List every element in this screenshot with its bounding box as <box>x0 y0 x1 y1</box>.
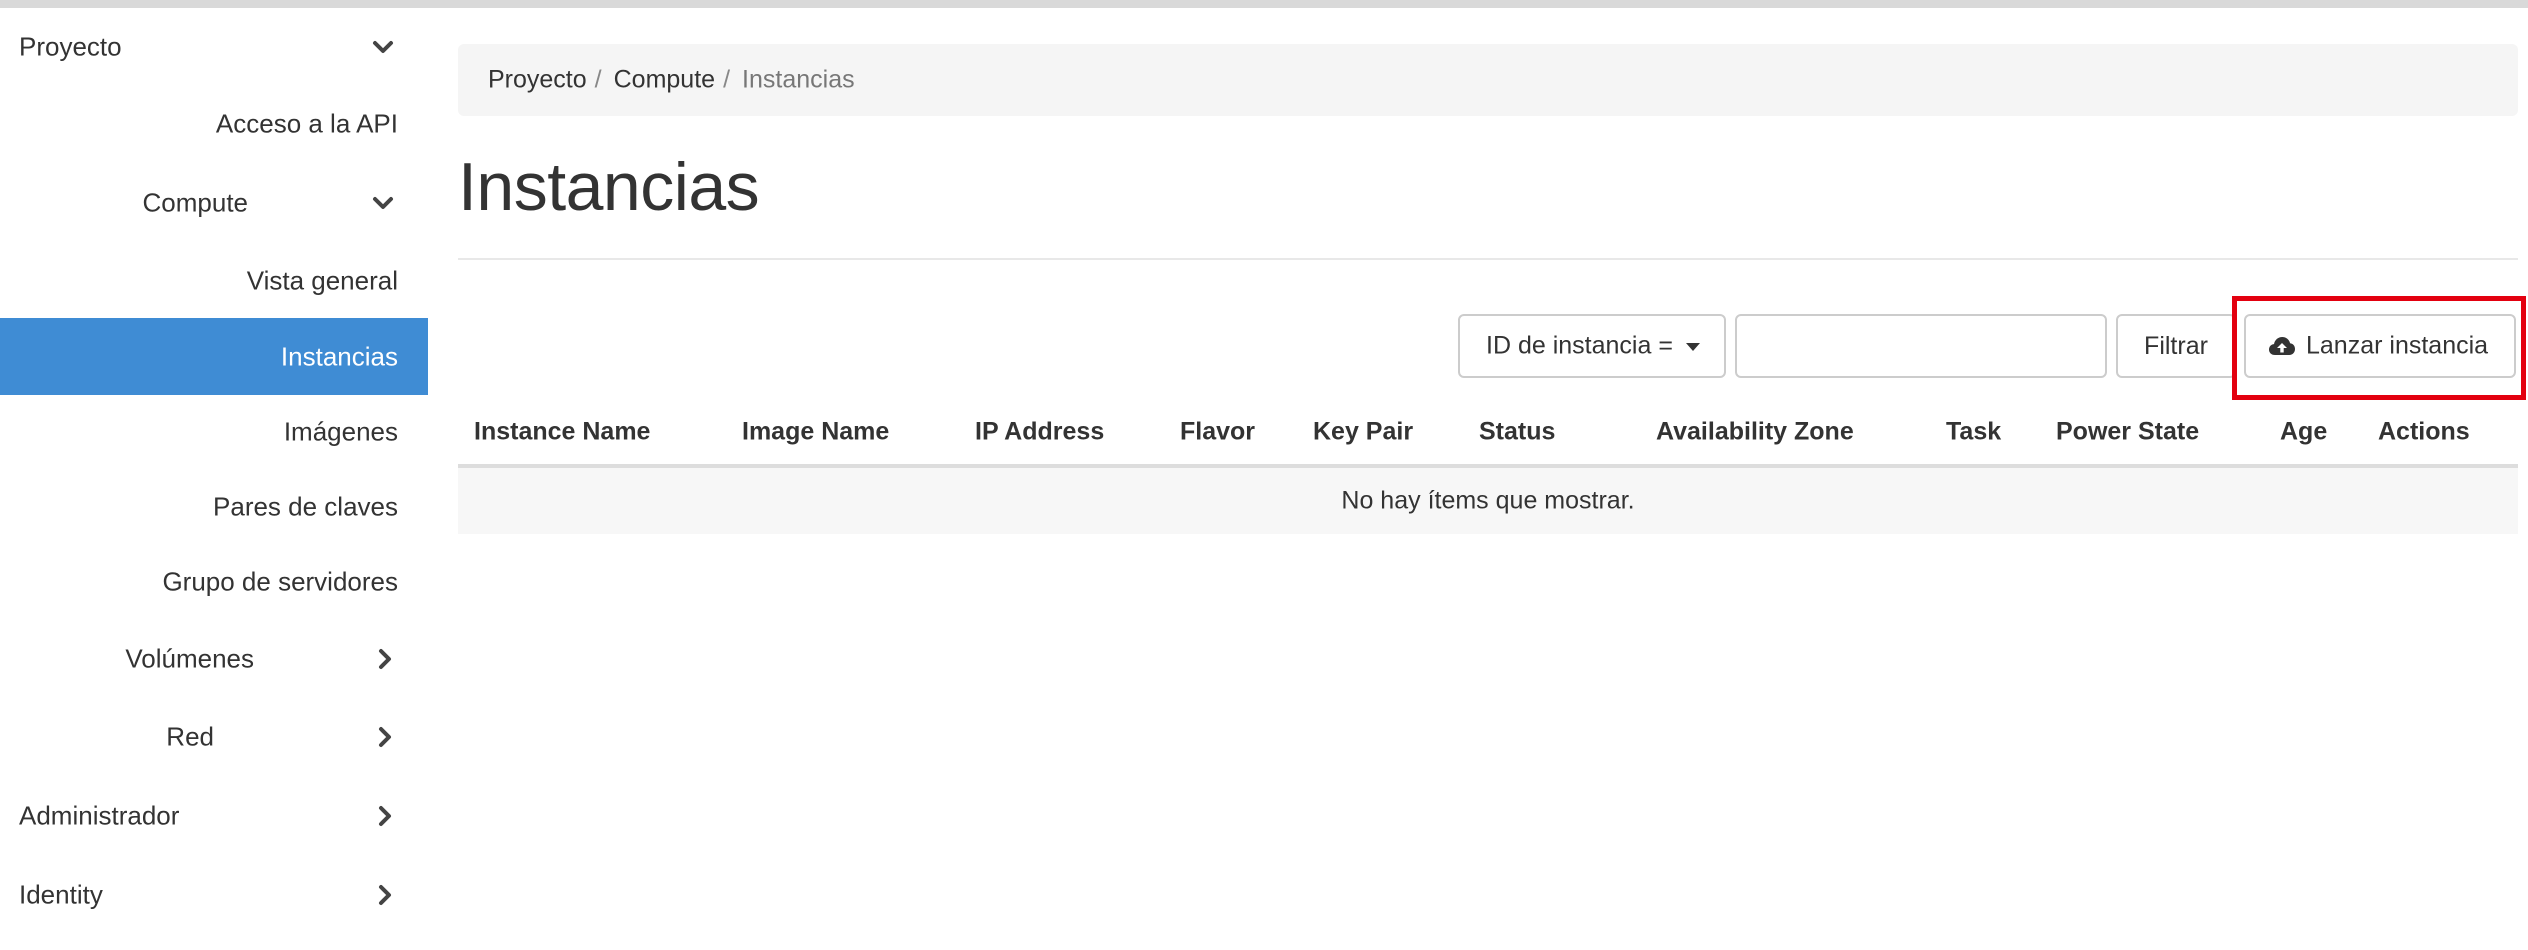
page-title: Instancias <box>458 149 760 225</box>
sidebar: Proyecto Acceso a la API Compute Vista g… <box>0 8 428 950</box>
top-border <box>0 0 2528 8</box>
filter-field-select-label: ID de instancia = <box>1486 331 1673 360</box>
sidebar-item-label: Vista general <box>246 265 398 295</box>
sidebar-item-label: Grupo de servidores <box>162 566 398 596</box>
column-header-actions: Actions <box>2378 417 2470 446</box>
column-header-ip-address[interactable]: IP Address <box>975 418 1104 447</box>
breadcrumb-current: Instancias <box>742 65 855 94</box>
column-header-power-state[interactable]: Power State <box>2056 418 2199 447</box>
column-header-key-pair[interactable]: Key Pair <box>1313 418 1413 447</box>
sidebar-item-volumenes[interactable]: Volúmenes <box>0 620 428 697</box>
sidebar-item-label: Imágenes <box>283 416 398 446</box>
filter-field-select[interactable]: ID de instancia = <box>1458 314 1726 378</box>
filter-button[interactable]: Filtrar <box>2116 314 2236 378</box>
empty-message: No hay ítems que mostrar. <box>1341 486 1635 515</box>
sidebar-item-imagenes[interactable]: Imágenes <box>0 393 428 470</box>
filter-input[interactable] <box>1735 314 2107 378</box>
sidebar-item-label: Instancias <box>280 341 398 371</box>
chevron-right-icon <box>370 801 400 831</box>
breadcrumb-separator: / <box>723 65 731 94</box>
breadcrumb-link-proyecto[interactable]: Proyecto <box>488 66 587 94</box>
sidebar-item-instancias[interactable]: Instancias <box>0 318 428 395</box>
column-header-instance-name[interactable]: Instance Name <box>474 418 650 447</box>
main-content: Proyecto / Compute / Instancias Instancias I… <box>458 8 2526 950</box>
column-header-availability-zone[interactable]: Availability Zone <box>1656 418 1854 447</box>
sidebar-item-compute[interactable]: Compute <box>0 164 428 241</box>
sidebar-item-label: Pares de claves <box>213 491 398 521</box>
chevron-right-icon <box>370 644 400 674</box>
sidebar-item-grupo-servidores[interactable]: Grupo de servidores <box>0 543 428 620</box>
sidebar-item-vista-general[interactable]: Vista general <box>0 242 428 319</box>
sidebar-item-administrador[interactable]: Administrador <box>0 777 428 854</box>
table-header-row: Instance Name Image Name IP Address Flav… <box>458 400 2518 468</box>
sidebar-item-pares-claves[interactable]: Pares de claves <box>0 468 428 545</box>
column-header-task[interactable]: Task <box>1946 418 2001 447</box>
chevron-right-icon <box>370 722 400 752</box>
breadcrumb-separator: / <box>594 65 602 94</box>
caret-down-icon <box>1686 343 1700 351</box>
column-header-age[interactable]: Age <box>2280 418 2327 447</box>
sidebar-item-red[interactable]: Red <box>0 698 428 775</box>
column-header-status[interactable]: Status <box>1479 418 1555 447</box>
sidebar-item-label: Red <box>166 721 214 751</box>
launch-instance-label: Lanzar instancia <box>2306 331 2489 360</box>
table-row-empty: No hay ítems que mostrar. <box>458 468 2518 534</box>
title-divider <box>458 258 2518 260</box>
sidebar-item-label: Administrador <box>19 800 180 830</box>
sidebar-item-label: Identity <box>19 879 103 909</box>
sidebar-item-identity[interactable]: Identity <box>0 856 428 933</box>
sidebar-item-proyecto[interactable]: Proyecto <box>0 8 428 85</box>
sidebar-item-label: Proyecto <box>19 31 122 61</box>
sidebar-item-label: Acceso a la API <box>215 108 398 138</box>
launch-instance-button[interactable]: Lanzar instancia <box>2244 314 2516 378</box>
sidebar-item-acceso-api[interactable]: Acceso a la API <box>0 85 428 162</box>
breadcrumb: Proyecto / Compute / Instancias <box>458 44 2518 116</box>
sidebar-item-label: Compute <box>142 187 249 217</box>
sidebar-item-label: Volúmenes <box>125 643 254 673</box>
column-header-flavor[interactable]: Flavor <box>1180 418 1255 447</box>
chevron-down-icon <box>368 188 398 218</box>
cloud-upload-icon <box>2268 334 2296 358</box>
breadcrumb-link-compute[interactable]: Compute <box>614 66 715 94</box>
chevron-right-icon <box>370 880 400 910</box>
chevron-down-icon <box>368 32 398 62</box>
column-header-image-name[interactable]: Image Name <box>742 418 889 447</box>
